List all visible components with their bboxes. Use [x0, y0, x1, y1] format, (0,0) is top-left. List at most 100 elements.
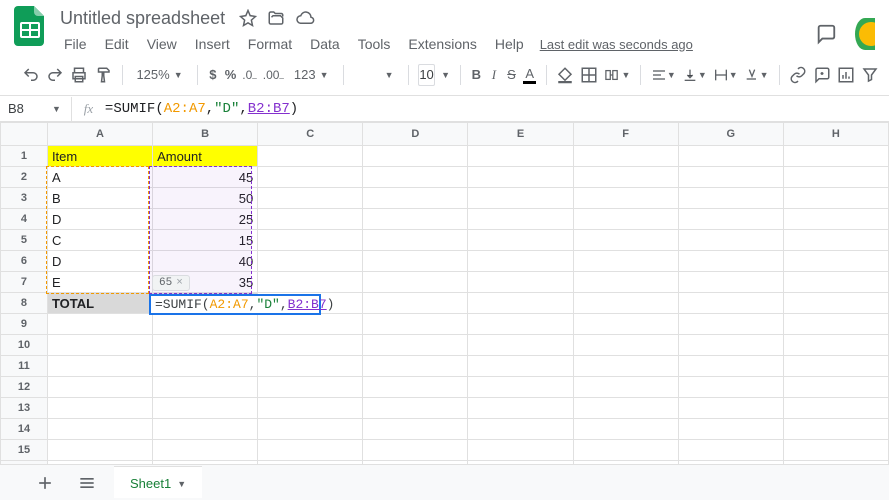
- zoom-select[interactable]: 125%▼: [132, 67, 186, 82]
- cell-F15[interactable]: [573, 440, 678, 461]
- cell-G10[interactable]: [678, 335, 783, 356]
- filter-icon[interactable]: [861, 62, 879, 88]
- cell-C5[interactable]: [258, 230, 363, 251]
- cell-B4[interactable]: 25: [153, 209, 258, 230]
- cell-F14[interactable]: [573, 419, 678, 440]
- cell-F4[interactable]: [573, 209, 678, 230]
- cell-A9[interactable]: [47, 314, 152, 335]
- name-box-dropdown-icon[interactable]: ▼: [52, 104, 61, 114]
- cell-D15[interactable]: [363, 440, 468, 461]
- cell-H15[interactable]: [783, 440, 888, 461]
- menu-view[interactable]: View: [139, 32, 185, 56]
- cell-A3[interactable]: B: [47, 188, 152, 209]
- cell-C6[interactable]: [258, 251, 363, 272]
- cell-D13[interactable]: [363, 398, 468, 419]
- cell-E7[interactable]: [468, 272, 573, 293]
- col-header-B[interactable]: B: [153, 123, 258, 146]
- cell-B10[interactable]: [153, 335, 258, 356]
- row-header-9[interactable]: 9: [1, 314, 48, 335]
- cell-G2[interactable]: [678, 167, 783, 188]
- cell-C4[interactable]: [258, 209, 363, 230]
- col-header-G[interactable]: G: [678, 123, 783, 146]
- cell-A12[interactable]: [47, 377, 152, 398]
- cell-B6[interactable]: 40: [153, 251, 258, 272]
- cell-H10[interactable]: [783, 335, 888, 356]
- cell-H13[interactable]: [783, 398, 888, 419]
- cell-C9[interactable]: [258, 314, 363, 335]
- cell-C12[interactable]: [258, 377, 363, 398]
- col-header-D[interactable]: D: [363, 123, 468, 146]
- row-header-3[interactable]: 3: [1, 188, 48, 209]
- cell-H11[interactable]: [783, 356, 888, 377]
- cell-E6[interactable]: [468, 251, 573, 272]
- cell-A11[interactable]: [47, 356, 152, 377]
- cell-C13[interactable]: [258, 398, 363, 419]
- row-header-10[interactable]: 10: [1, 335, 48, 356]
- cell-E13[interactable]: [468, 398, 573, 419]
- insert-link-icon[interactable]: [789, 62, 807, 88]
- cell-A4[interactable]: D: [47, 209, 152, 230]
- cell-C15[interactable]: [258, 440, 363, 461]
- cell-H6[interactable]: [783, 251, 888, 272]
- cell-F1[interactable]: [573, 146, 678, 167]
- move-icon[interactable]: [267, 9, 285, 27]
- name-box[interactable]: B8: [0, 101, 52, 116]
- insert-comment-icon[interactable]: [813, 62, 831, 88]
- cell-A2[interactable]: A: [47, 167, 152, 188]
- font-size-dropdown-icon[interactable]: ▼: [441, 70, 450, 80]
- cell-G4[interactable]: [678, 209, 783, 230]
- cell-A13[interactable]: [47, 398, 152, 419]
- row-header-4[interactable]: 4: [1, 209, 48, 230]
- all-sheets-icon[interactable]: [72, 468, 102, 498]
- italic-icon[interactable]: I: [488, 62, 500, 88]
- cell-G9[interactable]: [678, 314, 783, 335]
- row-header-1[interactable]: 1: [1, 146, 48, 167]
- row-header-14[interactable]: 14: [1, 419, 48, 440]
- cell-B13[interactable]: [153, 398, 258, 419]
- redo-icon[interactable]: [46, 62, 64, 88]
- cell-D4[interactable]: [363, 209, 468, 230]
- col-header-H[interactable]: H: [783, 123, 888, 146]
- menu-data[interactable]: Data: [302, 32, 348, 56]
- bold-icon[interactable]: B: [471, 62, 483, 88]
- row-header-5[interactable]: 5: [1, 230, 48, 251]
- sheet-tab-menu-icon[interactable]: ▼: [177, 479, 186, 489]
- cell-D14[interactable]: [363, 419, 468, 440]
- cell-C10[interactable]: [258, 335, 363, 356]
- last-edit-link[interactable]: Last edit was seconds ago: [540, 37, 693, 52]
- cell-G11[interactable]: [678, 356, 783, 377]
- cell-G15[interactable]: [678, 440, 783, 461]
- sheet-tab[interactable]: Sheet1 ▼: [114, 467, 202, 498]
- cell-H9[interactable]: [783, 314, 888, 335]
- cell-D6[interactable]: [363, 251, 468, 272]
- cell-A14[interactable]: [47, 419, 152, 440]
- cell-E2[interactable]: [468, 167, 573, 188]
- cell-C1[interactable]: [258, 146, 363, 167]
- cell-G14[interactable]: [678, 419, 783, 440]
- cell-E14[interactable]: [468, 419, 573, 440]
- cell-A15[interactable]: [47, 440, 152, 461]
- cell-F9[interactable]: [573, 314, 678, 335]
- cell-E5[interactable]: [468, 230, 573, 251]
- merge-cells-icon[interactable]: ▼: [604, 62, 630, 88]
- row-header-15[interactable]: 15: [1, 440, 48, 461]
- cell-H14[interactable]: [783, 419, 888, 440]
- text-wrap-icon[interactable]: ▼: [713, 62, 738, 88]
- number-format-select[interactable]: 123▼: [290, 67, 333, 82]
- cell-H8[interactable]: [783, 293, 888, 314]
- text-color-icon[interactable]: A: [523, 62, 536, 88]
- cell-D3[interactable]: [363, 188, 468, 209]
- star-icon[interactable]: [239, 9, 257, 27]
- col-header-E[interactable]: E: [468, 123, 573, 146]
- cell-D9[interactable]: [363, 314, 468, 335]
- cell-E9[interactable]: [468, 314, 573, 335]
- cell-F3[interactable]: [573, 188, 678, 209]
- cell-B15[interactable]: [153, 440, 258, 461]
- row-header-12[interactable]: 12: [1, 377, 48, 398]
- cell-F13[interactable]: [573, 398, 678, 419]
- row-header-11[interactable]: 11: [1, 356, 48, 377]
- font-family-select[interactable]: ▼: [353, 70, 398, 80]
- cell-F7[interactable]: [573, 272, 678, 293]
- cell-D2[interactable]: [363, 167, 468, 188]
- cell-B3[interactable]: 50: [153, 188, 258, 209]
